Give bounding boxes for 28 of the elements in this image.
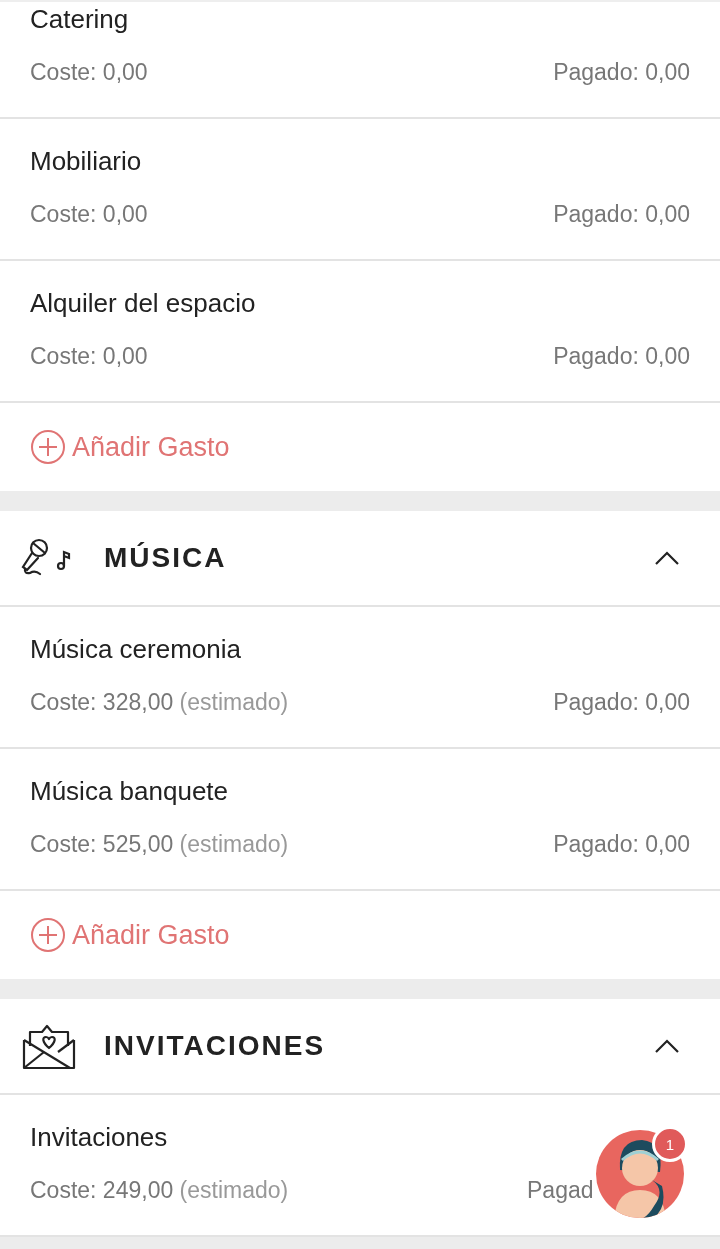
plus-circle-icon xyxy=(30,429,66,465)
expense-name[interactable]: Catering xyxy=(30,2,129,36)
paid-text: Pagado: 0,00 xyxy=(553,58,690,86)
cost-text: Coste: 249,00 (estimado) xyxy=(30,1176,289,1204)
cost-text: Coste: 0,00 xyxy=(30,342,148,370)
notification-badge: 1 xyxy=(652,1126,688,1162)
expense-name[interactable]: Alquiler del espacio xyxy=(30,286,256,320)
plus-circle-icon xyxy=(30,917,66,953)
paid-text: Pagado: 0,00 xyxy=(553,830,690,858)
category-header[interactable]: MÚSICA xyxy=(0,511,720,607)
expense-name[interactable]: Mobiliario xyxy=(30,144,142,178)
paid-text: Pagado: 0,00 xyxy=(553,342,690,370)
chevron-icon[interactable] xyxy=(654,550,680,566)
cost-text: Coste: 0,00 xyxy=(30,58,148,86)
paid-text: Pagado: 0,00 xyxy=(553,688,690,716)
paid-text: Pagad xyxy=(527,1176,594,1204)
expense-name[interactable]: Invitaciones xyxy=(30,1120,168,1154)
category-header[interactable]: INVITACIONES xyxy=(0,999,720,1095)
cost-text: Coste: 328,00 (estimado) xyxy=(30,688,289,716)
cost-text: Coste: 0,00 xyxy=(30,200,148,228)
chevron-icon[interactable] xyxy=(654,1038,680,1054)
paid-text: Pagado: 0,00 xyxy=(553,200,690,228)
category-title: MÚSICA xyxy=(104,542,228,574)
expense-name[interactable]: Música banquete xyxy=(30,774,229,808)
expense-name[interactable]: Música ceremonia xyxy=(30,632,241,666)
category-title: INVITACIONES xyxy=(104,1030,327,1062)
cost-text: Coste: 525,00 (estimado) xyxy=(30,830,289,858)
envelope-heart-icon xyxy=(20,1022,76,1070)
